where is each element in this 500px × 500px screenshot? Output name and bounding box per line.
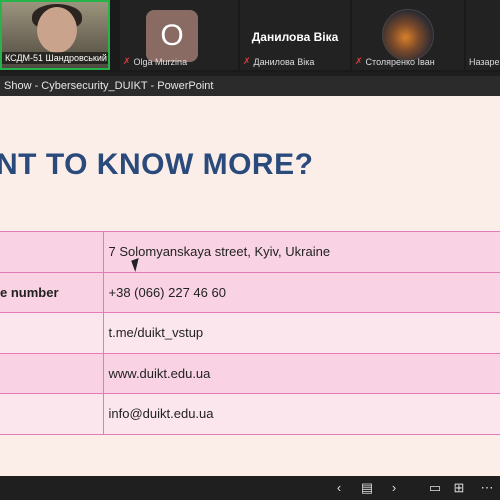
table-cell-value: 7 Solomyanskaya street, Kyiv, Ukraine	[103, 231, 500, 273]
mic-off-icon: ✗	[355, 56, 363, 66]
participant-display-name: Данилова Віка	[251, 30, 339, 44]
mic-off-icon: ✗	[123, 56, 131, 66]
table-cell-value: www.duikt.edu.ua	[103, 352, 500, 394]
table-cell-label	[0, 231, 104, 273]
contact-table: 7 Solomyanskaya street, Kyiv, Ukraine e …	[0, 231, 500, 435]
slide-overview-button[interactable]: ▤	[358, 479, 376, 497]
participant-strip: КСДМ-51 Шандровський ... O ✗ Olga Murzina…	[0, 0, 500, 72]
avatar: O	[146, 10, 198, 62]
participant-tile[interactable]: O ✗ Olga Murzina	[120, 0, 238, 70]
participant-tile[interactable]: ✗ Столяренко Іван	[352, 0, 464, 70]
participant-face-shape	[37, 7, 77, 53]
participant-tile[interactable]: Назаре	[466, 0, 500, 70]
participant-name: КСДМ-51 Шандровський ...	[2, 52, 108, 64]
participant-name: ✗ Данилова Віка	[243, 56, 315, 67]
table-row: 7 Solomyanskaya street, Kyiv, Ukraine	[0, 231, 500, 273]
next-slide-button[interactable]: ›	[385, 479, 403, 497]
participant-tile[interactable]: Данилова Віка ✗ Данилова Віка	[240, 0, 350, 70]
table-cell-value: info@duikt.edu.ua	[103, 393, 500, 435]
table-cell-value: +38 (066) 227 46 60	[103, 271, 500, 313]
window-title: Show - Cybersecurity_DUIKT - PowerPoint	[0, 76, 500, 96]
presentation-controls: ‹ ▤ › ▭ ⊞ ⋯	[0, 476, 500, 500]
table-row: t.me/duikt_vstup	[0, 312, 500, 354]
participant-name: ✗ Столяренко Іван	[355, 56, 435, 67]
table-row: e number +38 (066) 227 46 60	[0, 271, 500, 313]
table-cell-label	[0, 352, 104, 394]
previous-slide-button[interactable]: ‹	[330, 479, 348, 497]
participant-name: Назаре	[469, 57, 500, 67]
table-cell-label: e number	[0, 271, 104, 313]
participant-name: ✗ Olga Murzina	[123, 56, 188, 67]
avatar	[382, 9, 434, 61]
table-cell-label	[0, 312, 104, 354]
participant-tile-active-speaker[interactable]: КСДМ-51 Шандровський ...	[0, 0, 110, 70]
shared-slide: NT TO KNOW MORE? 7 Solomyanskaya street,…	[0, 96, 500, 476]
table-row: www.duikt.edu.ua	[0, 352, 500, 394]
table-row: info@duikt.edu.ua	[0, 393, 500, 435]
fit-screen-button[interactable]: ⊞	[450, 479, 468, 497]
slide-title: NT TO KNOW MORE?	[0, 148, 314, 181]
table-cell-label	[0, 393, 104, 435]
table-cell-value: t.me/duikt_vstup	[103, 312, 500, 354]
more-options-button[interactable]: ⋯	[478, 479, 496, 497]
view-mode-button[interactable]: ▭	[426, 479, 444, 497]
mic-off-icon: ✗	[243, 56, 251, 66]
